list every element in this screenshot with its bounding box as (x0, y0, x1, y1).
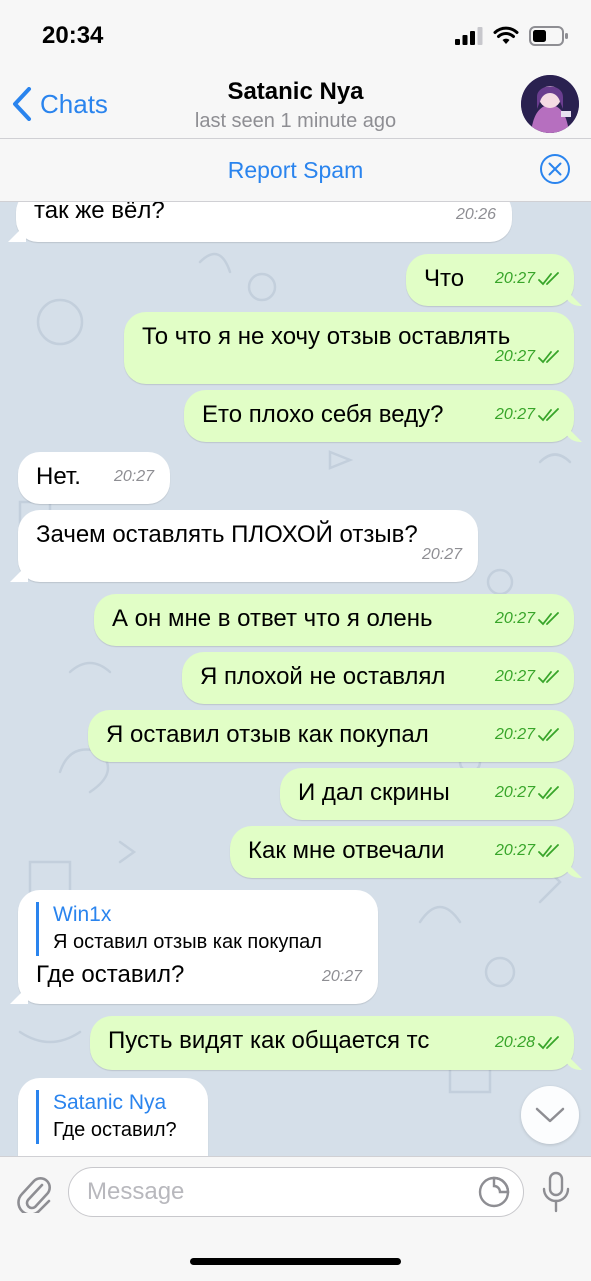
message-time: 20:27 (495, 662, 560, 692)
battery-icon (529, 26, 568, 46)
message-time: 20:27 (495, 836, 560, 866)
reply-quote[interactable]: Satanic Nya Где оставил? (36, 1090, 190, 1144)
avatar[interactable] (521, 75, 579, 133)
avatar-image (521, 75, 579, 133)
status-icons (455, 24, 569, 48)
message-bubble-outgoing[interactable]: И дал скрины 20:27 (280, 768, 574, 820)
reply-quote[interactable]: Win1x Я оставил отзыв как покупал (36, 902, 360, 956)
message-bubble-outgoing[interactable]: Как мне отвечали 20:27 (230, 826, 574, 878)
message-text: Нет. (36, 463, 81, 490)
read-ticks-icon (538, 670, 559, 684)
last-seen-status: last seen 1 minute ago (194, 110, 397, 132)
message-list[interactable]: так же вёл? 20:26 Что 20:27 То что я не … (0, 202, 591, 1156)
message-time: 20:27 (495, 400, 560, 430)
message-time: 20:27 (495, 720, 560, 750)
message-bubble-outgoing[interactable]: Пусть видят как общается тс 20:28 (90, 1016, 574, 1070)
message-time-text: 20:26 (455, 206, 496, 223)
message-text: Где оставил? (36, 961, 185, 988)
message-text: А он мне в ответ что я олень (112, 605, 433, 632)
message-time-text: 20:27 (494, 406, 535, 423)
message-bubble-incoming[interactable]: так же вёл? 20:26 (16, 202, 512, 242)
reply-author: Satanic Nya (53, 1091, 167, 1114)
message-text: Я плохой не оставлял (200, 663, 446, 690)
read-ticks-icon (538, 272, 559, 286)
message-time-text: 20:27 (113, 468, 154, 485)
signal-icon (455, 27, 483, 45)
microphone-icon[interactable] (540, 1171, 572, 1213)
message-text: Как мне отвечали (248, 837, 445, 864)
message-time: 20:26 (456, 202, 496, 230)
message-bubble-outgoing[interactable]: То что я не хочу отзыв оставлять 20:27 (124, 312, 574, 384)
message-time-text: 20:28 (494, 1034, 535, 1051)
read-ticks-icon (538, 786, 559, 800)
message-text: Ето плохо себя веду? (202, 401, 444, 428)
message-bubble-incoming[interactable]: Нет. 20:27 (18, 452, 170, 504)
read-ticks-icon (538, 350, 559, 364)
message-text: Пусть видят как общается тс (108, 1027, 430, 1054)
message-input[interactable] (68, 1167, 524, 1217)
message-time: 20:27 (114, 462, 154, 492)
message-time: 20:28 (495, 1028, 560, 1058)
message-time-text: 20:27 (321, 968, 362, 985)
message-bubble-outgoing[interactable]: Что 20:27 (406, 254, 574, 306)
status-time: 20:34 (42, 22, 104, 49)
message-time-text: 20:27 (494, 270, 535, 287)
message-time: 20:27 (495, 264, 560, 294)
message-bubble-incoming-reply[interactable]: Win1x Я оставил отзыв как покупал Где ос… (18, 890, 378, 1004)
read-ticks-icon (538, 844, 559, 858)
message-time-text: 20:27 (494, 668, 535, 685)
report-spam-bar: Report Spam (0, 139, 591, 202)
message-bubble-incoming-reply[interactable]: Satanic Nya Где оставил? (18, 1078, 208, 1156)
status-bar: 20:34 (0, 0, 591, 72)
message-text: так же вёл? (34, 202, 165, 224)
message-text: То что я не хочу отзыв оставлять (142, 323, 511, 350)
chat-header: Chats Satanic Nya last seen 1 minute ago (0, 72, 591, 139)
read-ticks-icon (538, 612, 559, 626)
reply-text: Где оставил? (53, 1119, 177, 1141)
message-time: 20:27 (422, 540, 462, 570)
message-bubble-outgoing[interactable]: Я оставил отзыв как покупал 20:27 (88, 710, 574, 762)
reply-text: Я оставил отзыв как покупал (53, 931, 322, 953)
read-ticks-icon (538, 408, 559, 422)
read-ticks-icon (538, 728, 559, 742)
chat-title: Satanic Nya (227, 78, 364, 105)
chevron-down-icon (535, 1107, 565, 1123)
message-time: 20:27 (495, 604, 560, 634)
message-time-text: 20:27 (494, 610, 535, 627)
report-spam-button[interactable]: Report Spam (0, 157, 591, 184)
message-bubble-incoming[interactable]: Зачем оставлять ПЛОХОЙ отзыв? 20:27 (18, 510, 478, 582)
reply-author: Win1x (53, 903, 112, 926)
message-time-text: 20:27 (421, 546, 462, 563)
wifi-icon (493, 26, 519, 44)
message-text: Я оставил отзыв как покупал (106, 721, 429, 748)
chat-title-block[interactable]: Satanic Nya last seen 1 minute ago (0, 78, 591, 133)
home-indicator[interactable] (190, 1258, 401, 1265)
scroll-to-bottom-button[interactable] (521, 1086, 579, 1144)
message-text: Что (424, 265, 465, 292)
message-bubble-outgoing[interactable]: А он мне в ответ что я олень 20:27 (94, 594, 574, 646)
message-time-text: 20:27 (494, 784, 535, 801)
sticker-icon[interactable] (478, 1176, 510, 1208)
message-bubble-outgoing[interactable]: Я плохой не оставлял 20:27 (182, 652, 574, 704)
message-time: 20:27 (495, 342, 560, 372)
message-time-text: 20:27 (494, 348, 535, 365)
paperclip-icon[interactable] (16, 1173, 52, 1213)
message-time: 20:27 (495, 778, 560, 808)
read-ticks-icon (538, 1036, 559, 1050)
close-icon[interactable] (539, 153, 571, 185)
message-text: И дал скрины (298, 779, 450, 806)
message-time: 20:27 (322, 962, 362, 992)
message-time-text: 20:27 (494, 842, 535, 859)
message-time-text: 20:27 (494, 726, 535, 743)
message-text: Зачем оставлять ПЛОХОЙ отзыв? (36, 521, 418, 548)
message-bubble-outgoing[interactable]: Ето плохо себя веду? 20:27 (184, 390, 574, 442)
